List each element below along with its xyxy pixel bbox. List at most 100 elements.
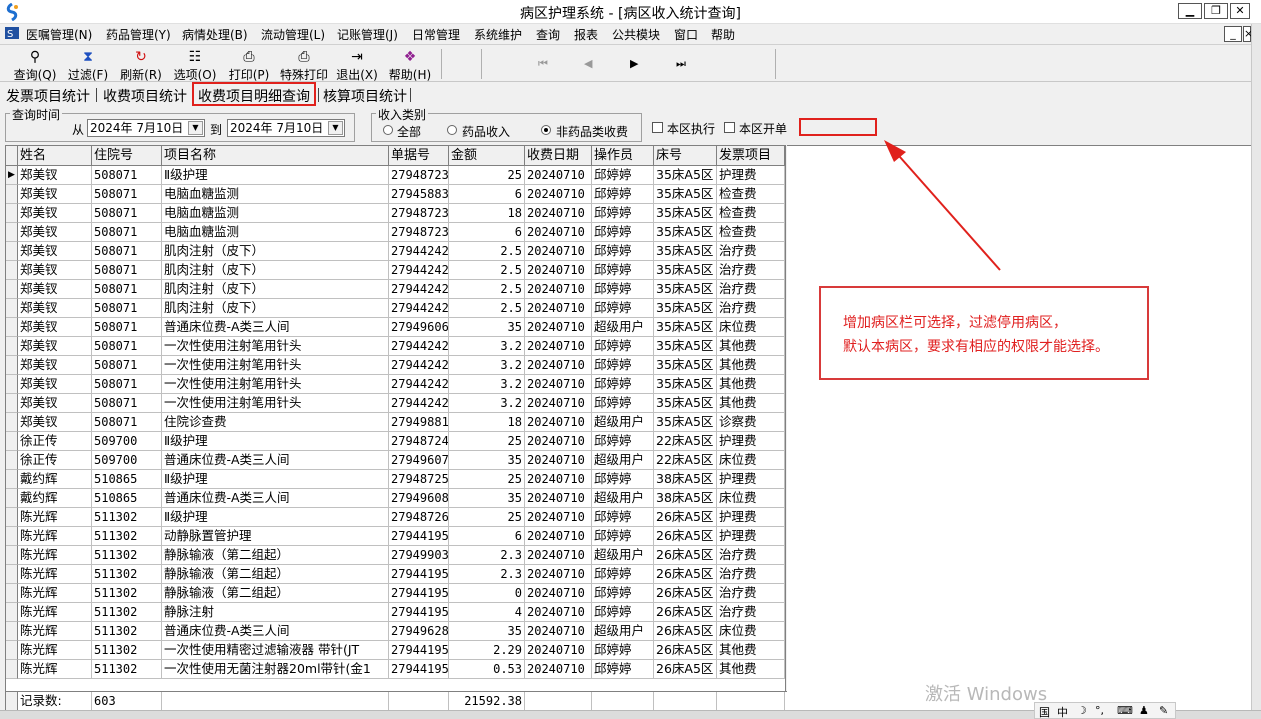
nav-next-button[interactable]: ▶ xyxy=(630,57,638,70)
column-header-charge-date[interactable]: 收费日期 xyxy=(525,146,592,166)
table-row[interactable]: 陈光辉 511302 动静脉置管护理 27944195 6 20240710 邱婷婷 26床A… xyxy=(6,527,787,546)
menu-flow[interactable]: 流动管理(L) xyxy=(261,26,325,43)
tab-charge-stats[interactable]: 收费项目统计 xyxy=(103,86,187,106)
cell-name: 郑美钗 xyxy=(18,413,92,432)
menu-orders[interactable]: 医嘱管理(N) xyxy=(26,26,92,43)
nav-last-button[interactable]: ⏭ xyxy=(676,57,686,71)
column-header-receipt-no[interactable]: 单据号 xyxy=(389,146,449,166)
column-header-inpatient-no[interactable]: 住院号 xyxy=(92,146,162,166)
menu-window[interactable]: 窗口 xyxy=(674,26,698,43)
punctuation-icon[interactable]: °, xyxy=(1095,704,1104,717)
row-indicator xyxy=(6,242,18,261)
close-button[interactable]: ✕ xyxy=(1230,3,1250,19)
vertical-scrollbar[interactable] xyxy=(1251,24,1261,719)
table-row[interactable]: 郑美钗 508071 电脑血糖监测 27948723 6 20240710 邱婷婷 35床A5… xyxy=(6,223,787,242)
menu-system[interactable]: 系统维护 xyxy=(474,26,522,43)
options-button[interactable]: ☷ 选项(O) xyxy=(171,48,219,82)
table-row[interactable]: 郑美钗 508071 电脑血糖监测 27948723 18 20240710 邱婷婷 35床A… xyxy=(6,204,787,223)
table-row[interactable]: 郑美钗 508071 一次性使用注射笔用针头 27944242 3.2 20240710 邱… xyxy=(6,337,787,356)
table-row[interactable]: 陈光辉 511302 一次性使用无菌注射器20ml带针(金1 27944195 0.53… xyxy=(6,660,787,679)
ime-toolbar[interactable]: 国 中 ☽ °, ⌨ ♟ ✎ xyxy=(1034,702,1176,719)
chevron-down-icon[interactable]: ▼ xyxy=(188,121,203,135)
menu-help[interactable]: 帮助 xyxy=(711,26,735,43)
print-button[interactable]: ⎙ 打印(P) xyxy=(226,48,272,82)
table-row[interactable]: 徐正传 509700 Ⅱ级护理 27948724 25 20240710 邱婷婷 22床A5区… xyxy=(6,432,787,451)
column-header-amount[interactable]: 金额 xyxy=(449,146,525,166)
from-date-picker[interactable]: 2024年 7月10日 ▼ xyxy=(87,119,205,137)
exit-button[interactable]: ⇥ 退出(X) xyxy=(334,48,380,82)
tab-accounting-stats[interactable]: 核算项目统计 xyxy=(323,86,407,106)
table-row[interactable]: 陈光辉 511302 一次性使用精密过滤输液器 带针(JT 27944195 2.29 2… xyxy=(6,641,787,660)
cell-name: 郑美钗 xyxy=(18,223,92,242)
current-row-icon: ▶ xyxy=(6,166,18,185)
ime-mode-icon[interactable]: 国 xyxy=(1039,704,1050,719)
data-grid[interactable]: 姓名 住院号 项目名称 单据号 金额 收费日期 操作员 床号 发票项目 ▶ 郑美钗 508071 Ⅱ级… xyxy=(5,145,787,711)
table-row[interactable]: 郑美钗 508071 普通床位费-A类三人间 27949606 35 20240710 超级… xyxy=(6,318,787,337)
cell-inpatient-no: 508071 xyxy=(92,299,162,318)
menu-common[interactable]: 公共模块 xyxy=(612,26,660,43)
table-row[interactable]: 郑美钗 508071 肌肉注射（皮下） 27944242 2.5 20240710 邱婷婷 3… xyxy=(6,261,787,280)
table-row[interactable]: 戴约辉 510865 Ⅱ级护理 27948725 25 20240710 邱婷婷 38床A5区… xyxy=(6,470,787,489)
table-row[interactable]: 郑美钗 508071 电脑血糖监测 27945883 6 20240710 邱婷婷 35床A5… xyxy=(6,185,787,204)
radio-drug-income[interactable] xyxy=(447,125,457,135)
restore-button[interactable]: ❐ xyxy=(1204,3,1228,19)
minimize-button[interactable]: ▁ xyxy=(1178,3,1202,19)
table-row[interactable]: 郑美钗 508071 一次性使用注射笔用针头 27944242 3.2 20240710 邱… xyxy=(6,356,787,375)
column-header-item-name[interactable]: 项目名称 xyxy=(162,146,389,166)
tab-invoice-stats[interactable]: 发票项目统计 xyxy=(6,86,90,106)
query-button[interactable]: ⚲ 查询(Q) xyxy=(12,48,58,82)
menu-condition[interactable]: 病情处理(B) xyxy=(182,26,248,43)
chevron-down-icon[interactable]: ▼ xyxy=(328,121,343,135)
table-row[interactable]: 郑美钗 508071 一次性使用注射笔用针头 27944242 3.2 20240710 邱… xyxy=(6,394,787,413)
table-row[interactable]: ▶ 郑美钗 508071 Ⅱ级护理 27948723 25 20240710 邱婷婷 35床A5… xyxy=(6,166,787,185)
table-row[interactable]: 陈光辉 511302 静脉输液（第二组起） 27944195 0 20240710 邱婷婷 2… xyxy=(6,584,787,603)
column-header-name[interactable]: 姓名 xyxy=(18,146,92,166)
cell-bed-no: 35床A5区 xyxy=(654,185,717,204)
table-row[interactable]: 郑美钗 508071 一次性使用注射笔用针头 27944242 3.2 20240710 邱… xyxy=(6,375,787,394)
cell-invoice-item: 诊察费 xyxy=(717,413,785,432)
radio-all[interactable] xyxy=(383,125,393,135)
checkbox-ward-exec[interactable] xyxy=(652,122,663,133)
menu-daily[interactable]: 日常管理 xyxy=(412,26,460,43)
moon-icon[interactable]: ☽ xyxy=(1077,704,1087,717)
table-row[interactable]: 郑美钗 508071 住院诊查费 27949881 18 20240710 超级用户 35床A… xyxy=(6,413,787,432)
help-button[interactable]: ❖ 帮助(H) xyxy=(386,48,434,82)
refresh-button[interactable]: ↻ 刷新(R) xyxy=(118,48,164,82)
ime-lang-icon[interactable]: 中 xyxy=(1057,704,1068,719)
cell-amount: 3.2 xyxy=(449,394,525,413)
menu-drugs[interactable]: 药品管理(Y) xyxy=(106,26,171,43)
table-row[interactable]: 陈光辉 511302 静脉注射 27944195 4 20240710 邱婷婷 26床A5区治… xyxy=(6,603,787,622)
table-row[interactable]: 郑美钗 508071 肌肉注射（皮下） 27944242 2.5 20240710 邱婷婷 3… xyxy=(6,280,787,299)
empty-panel xyxy=(787,145,1251,710)
menu-accounting[interactable]: 记账管理(J) xyxy=(337,26,398,43)
special-print-button[interactable]: ⎙ 特殊打印 xyxy=(278,48,330,82)
table-row[interactable]: 陈光辉 511302 Ⅱ级护理 27948726 25 20240710 邱婷婷 26床A5区… xyxy=(6,508,787,527)
filter-button[interactable]: ⧗ 过滤(F) xyxy=(64,48,112,82)
wrench-icon[interactable]: ✎ xyxy=(1159,704,1168,717)
column-header-operator[interactable]: 操作员 xyxy=(592,146,654,166)
nav-first-button[interactable]: ⏮ xyxy=(538,57,548,71)
checkbox-ward-order[interactable] xyxy=(724,122,735,133)
table-row[interactable]: 徐正传 509700 普通床位费-A类三人间 27949607 35 20240710 超级… xyxy=(6,451,787,470)
nav-prev-button[interactable]: ◀ xyxy=(584,57,592,70)
column-header-invoice-item[interactable]: 发票项目 xyxy=(717,146,785,166)
user-icon[interactable]: ♟ xyxy=(1139,704,1149,717)
table-row[interactable]: 戴约辉 510865 普通床位费-A类三人间 27949608 35 20240710 超级… xyxy=(6,489,787,508)
table-row[interactable]: 陈光辉 511302 静脉输液（第二组起） 27944195 2.3 20240710 邱婷… xyxy=(6,565,787,584)
mdi-close-button[interactable]: × xyxy=(1243,26,1253,42)
cell-receipt-no: 27944195 xyxy=(389,527,449,546)
radio-non-drug[interactable] xyxy=(541,125,551,135)
to-date-picker[interactable]: 2024年 7月10日 ▼ xyxy=(227,119,345,137)
keyboard-icon[interactable]: ⌨ xyxy=(1117,704,1133,717)
mdi-minimize-button[interactable]: _ xyxy=(1224,26,1242,42)
cell-name: 郑美钗 xyxy=(18,356,92,375)
table-row[interactable]: 陈光辉 511302 静脉输液（第二组起） 27949903 2.3 20240710 超级… xyxy=(6,546,787,565)
column-header-bed-no[interactable]: 床号 xyxy=(654,146,717,166)
table-row[interactable]: 郑美钗 508071 肌肉注射（皮下） 27944242 2.5 20240710 邱婷婷 3… xyxy=(6,299,787,318)
menu-report[interactable]: 报表 xyxy=(574,26,598,43)
table-row[interactable]: 陈光辉 511302 普通床位费-A类三人间 27949628 35 20240710 超级… xyxy=(6,622,787,641)
menu-query[interactable]: 查询 xyxy=(536,26,560,43)
cell-name: 陈光辉 xyxy=(18,527,92,546)
cell-item-name: 住院诊查费 xyxy=(162,413,389,432)
table-row[interactable]: 郑美钗 508071 肌肉注射（皮下） 27944242 2.5 20240710 邱婷婷 3… xyxy=(6,242,787,261)
